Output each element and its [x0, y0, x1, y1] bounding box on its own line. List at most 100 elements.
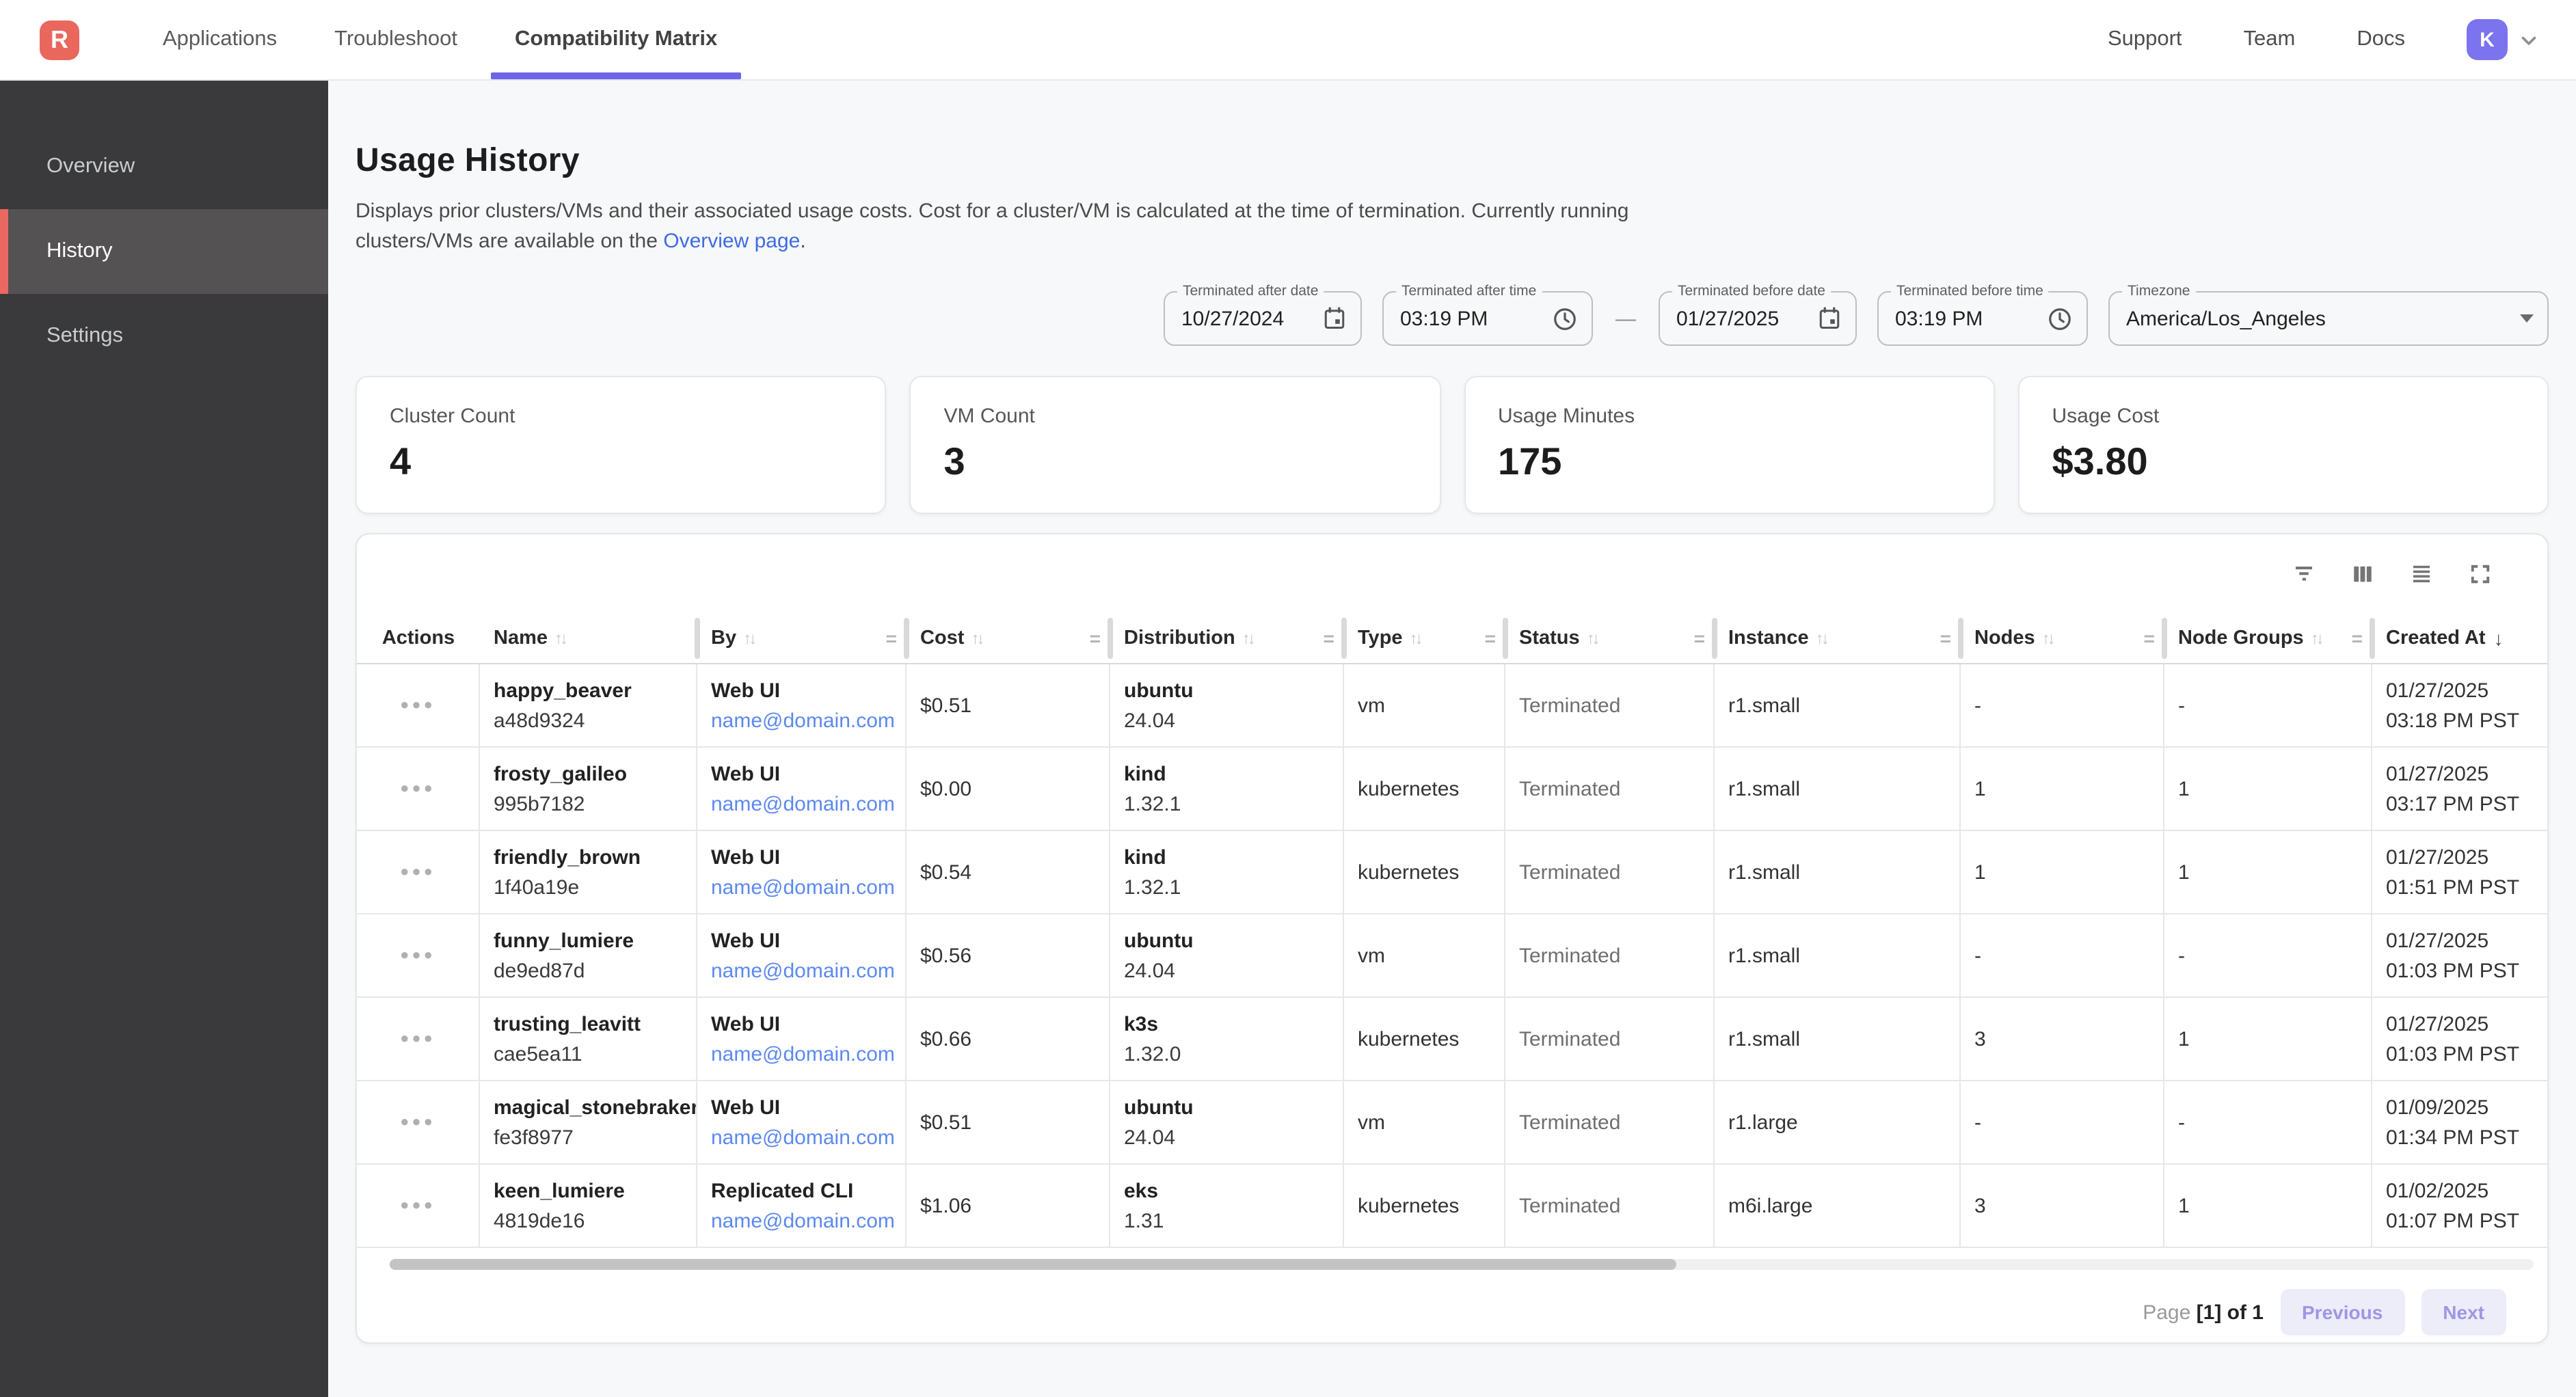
column-drag-handle-icon[interactable]: = [1694, 627, 1705, 649]
sort-icon[interactable]: ↑↓ [743, 629, 754, 648]
column-drag-handle-icon[interactable]: = [2352, 627, 2363, 649]
created-date: 01/27/2025 [2386, 845, 2547, 869]
row-actions-button[interactable]: ●●● [357, 664, 480, 746]
page-prefix: Page [2143, 1301, 2190, 1324]
column-header-created-at[interactable]: Created At ↓ [2372, 614, 2547, 663]
terminated-before-date-field[interactable]: Terminated before date 01/27/2025 [1659, 291, 1857, 346]
next-page-button[interactable]: Next [2421, 1289, 2506, 1335]
by-cell: Web UI name@domain.com [697, 831, 907, 913]
cluster-name: friendly_brown [494, 845, 696, 869]
terminated-before-time-field[interactable]: Terminated before time 03:19 PM [1877, 291, 2088, 346]
row-actions-button[interactable]: ●●● [357, 831, 480, 913]
column-drag-handle-icon[interactable]: = [2144, 627, 2155, 649]
row-actions-button[interactable]: ●●● [357, 914, 480, 996]
column-label: Distribution [1124, 627, 1235, 649]
app-root: R Applications Troubleshoot Compatibilit… [0, 0, 2576, 1397]
fullscreen-icon[interactable] [2468, 562, 2493, 586]
sidebar-item-settings[interactable]: Settings [0, 294, 328, 379]
type-cell: vm [1344, 664, 1505, 746]
column-separator[interactable] [2162, 618, 2167, 659]
sort-icon[interactable]: ↑↓ [971, 629, 982, 648]
terminated-before-date-label: Terminated before date [1672, 283, 1831, 299]
chevron-down-icon[interactable] [2517, 28, 2540, 51]
created-by-email-link[interactable]: name@domain.com [711, 959, 905, 982]
name-cell: keen_lumiere 4819de16 [480, 1165, 697, 1247]
column-header-cost[interactable]: Cost ↑↓ = [907, 614, 1110, 663]
terminated-before-time-value: 03:19 PM [1895, 307, 2036, 330]
tab-troubleshoot[interactable]: Troubleshoot [306, 0, 486, 79]
horizontal-scrollbar-thumb[interactable] [390, 1259, 1676, 1270]
calendar-icon[interactable] [1817, 306, 1842, 331]
column-separator[interactable] [1503, 618, 1508, 659]
column-separator[interactable] [1712, 618, 1717, 659]
sort-icon[interactable]: ↑↓ [1242, 629, 1253, 648]
columns-icon[interactable] [2350, 562, 2375, 586]
column-header-distribution[interactable]: Distribution ↑↓ = [1110, 614, 1344, 663]
filters-row: Terminated after date 10/27/2024 Termina… [355, 291, 2549, 346]
replicated-logo[interactable]: R [40, 20, 79, 59]
density-icon[interactable] [2409, 562, 2434, 586]
column-drag-handle-icon[interactable]: = [1485, 627, 1496, 649]
terminated-after-date-field[interactable]: Terminated after date 10/27/2024 [1164, 291, 1362, 346]
nodes-cell: 1 [1961, 748, 2164, 830]
name-cell: trusting_leavitt cae5ea11 [480, 998, 697, 1080]
terminated-after-time-field[interactable]: Terminated after time 03:19 PM [1382, 291, 1593, 346]
tab-compatibility-matrix[interactable]: Compatibility Matrix [486, 0, 746, 79]
sidebar-item-history[interactable]: History [0, 209, 328, 294]
stat-card-cluster-count: Cluster Count 4 [355, 376, 887, 514]
horizontal-scrollbar-track[interactable] [390, 1259, 2534, 1270]
sort-desc-icon[interactable]: ↓ [2494, 627, 2504, 649]
clock-icon[interactable] [2047, 306, 2073, 331]
created-by-email-link[interactable]: name@domain.com [711, 1209, 905, 1232]
row-actions-button[interactable]: ●●● [357, 748, 480, 830]
column-header-status[interactable]: Status ↑↓ = [1505, 614, 1715, 663]
sort-icon[interactable]: ↑↓ [554, 629, 565, 648]
created-by-email-link[interactable]: name@domain.com [711, 876, 905, 899]
stat-label: VM Count [944, 405, 1407, 428]
clock-icon[interactable] [1552, 306, 1578, 331]
column-drag-handle-icon[interactable]: = [886, 627, 897, 649]
column-drag-handle-icon[interactable]: = [1090, 627, 1101, 649]
filter-icon[interactable] [2292, 562, 2316, 586]
support-link[interactable]: Support [2108, 27, 2182, 52]
sort-icon[interactable]: ↑↓ [1816, 629, 1827, 648]
sort-icon[interactable]: ↑↓ [2042, 629, 2053, 648]
column-separator[interactable] [695, 618, 700, 659]
page-info: [1] of 1 [2197, 1301, 2264, 1324]
row-actions-button[interactable]: ●●● [357, 998, 480, 1080]
name-cell: happy_beaver a48d9324 [480, 664, 697, 746]
column-separator[interactable] [904, 618, 909, 659]
sort-icon[interactable]: ↑↓ [1410, 629, 1421, 648]
column-header-type[interactable]: Type ↑↓ = [1344, 614, 1505, 663]
sort-icon[interactable]: ↑↓ [1587, 629, 1598, 648]
created-at-cell: 01/27/2025 03:18 PM PST [2372, 664, 2547, 746]
calendar-icon[interactable] [1322, 306, 1347, 331]
created-by-email-link[interactable]: name@domain.com [711, 792, 905, 815]
previous-page-button[interactable]: Previous [2280, 1289, 2404, 1335]
sidebar-item-overview[interactable]: Overview [0, 124, 328, 209]
column-separator[interactable] [1958, 618, 1963, 659]
overview-page-link[interactable]: Overview page [663, 230, 800, 253]
column-separator[interactable] [1341, 618, 1347, 659]
row-actions-button[interactable]: ●●● [357, 1165, 480, 1247]
column-separator[interactable] [2370, 618, 2375, 659]
column-header-instance[interactable]: Instance ↑↓ = [1715, 614, 1961, 663]
created-by-email-link[interactable]: name@domain.com [711, 1042, 905, 1066]
row-actions-button[interactable]: ●●● [357, 1081, 480, 1163]
column-header-by[interactable]: By ↑↓ = [697, 614, 907, 663]
avatar[interactable]: K [2467, 19, 2508, 60]
timezone-select[interactable]: Timezone America/Los_Angeles [2108, 291, 2549, 346]
column-header-name[interactable]: Name ↑↓ [480, 614, 697, 663]
sort-icon[interactable]: ↑↓ [2311, 629, 2322, 648]
column-drag-handle-icon[interactable]: = [1940, 627, 1951, 649]
column-header-node-groups[interactable]: Node Groups ↑↓ = [2164, 614, 2372, 663]
created-by-email-link[interactable]: name@domain.com [711, 1126, 905, 1149]
tab-applications[interactable]: Applications [134, 0, 306, 79]
docs-link[interactable]: Docs [2357, 27, 2405, 52]
column-label: Created At [2386, 627, 2486, 649]
column-header-nodes[interactable]: Nodes ↑↓ = [1961, 614, 2164, 663]
column-separator[interactable] [1108, 618, 1113, 659]
column-drag-handle-icon[interactable]: = [1324, 627, 1334, 649]
created-by-email-link[interactable]: name@domain.com [711, 709, 905, 732]
team-link[interactable]: Team [2244, 27, 2296, 52]
